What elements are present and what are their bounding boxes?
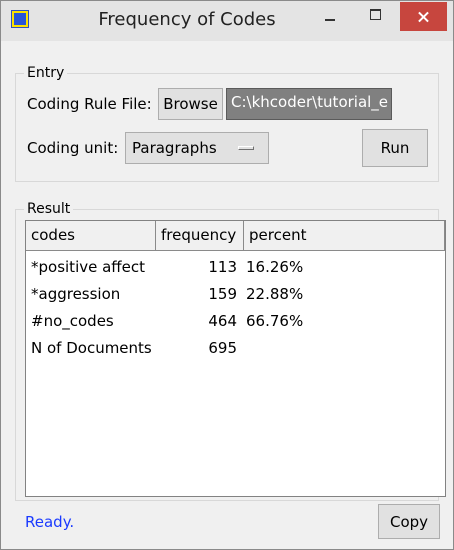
minimize-icon[interactable]: [307, 1, 353, 31]
frequency-cell: 464: [208, 312, 237, 330]
code-cell: #no_codes: [31, 312, 114, 330]
coding-unit-label: Coding unit:: [27, 139, 119, 157]
frequency-cell: 695: [208, 339, 237, 357]
table-row[interactable]: *positive affect 113 16.26%: [26, 254, 445, 281]
column-header-codes[interactable]: codes: [26, 221, 156, 251]
dropdown-indicator-icon: [238, 146, 254, 150]
code-cell: *positive affect: [31, 258, 145, 276]
table-row[interactable]: N of Documents 695: [26, 335, 445, 362]
copy-button[interactable]: Copy: [378, 504, 440, 539]
frequency-cell: 159: [208, 285, 237, 303]
percent-cell: 66.76%: [246, 312, 304, 330]
frequency-cell: 113: [208, 258, 237, 276]
result-group-label: Result: [24, 200, 74, 218]
coding-rule-file-field[interactable]: C:\khcoder\tutorial_e: [226, 88, 392, 120]
run-button[interactable]: Run: [362, 129, 428, 167]
table-row[interactable]: #no_codes 464 66.76%: [26, 308, 445, 335]
coding-unit-value: Paragraphs: [132, 139, 217, 157]
code-cell: N of Documents: [31, 339, 152, 357]
coding-rule-file-label: Coding Rule File:: [27, 95, 152, 113]
title-bar[interactable]: Frequency of Codes: [1, 1, 453, 41]
entry-group-label: Entry: [24, 64, 68, 82]
code-cell: *aggression: [31, 285, 121, 303]
maximize-icon[interactable]: [353, 1, 399, 31]
percent-cell: 16.26%: [246, 258, 304, 276]
browse-button[interactable]: Browse: [158, 88, 223, 120]
frequency-window: Frequency of Codes Entry Coding Rule Fil…: [0, 0, 454, 550]
table-row[interactable]: *aggression 159 22.88%: [26, 281, 445, 308]
close-icon[interactable]: [400, 2, 447, 31]
column-header-percent[interactable]: percent: [244, 221, 445, 251]
percent-cell: 22.88%: [246, 285, 304, 303]
status-text: Ready.: [25, 513, 75, 531]
column-header-frequency[interactable]: frequency: [156, 221, 244, 251]
coding-unit-dropdown[interactable]: Paragraphs: [125, 132, 269, 164]
codes-frequency-table[interactable]: codes frequency percent *positive affect…: [25, 220, 446, 497]
